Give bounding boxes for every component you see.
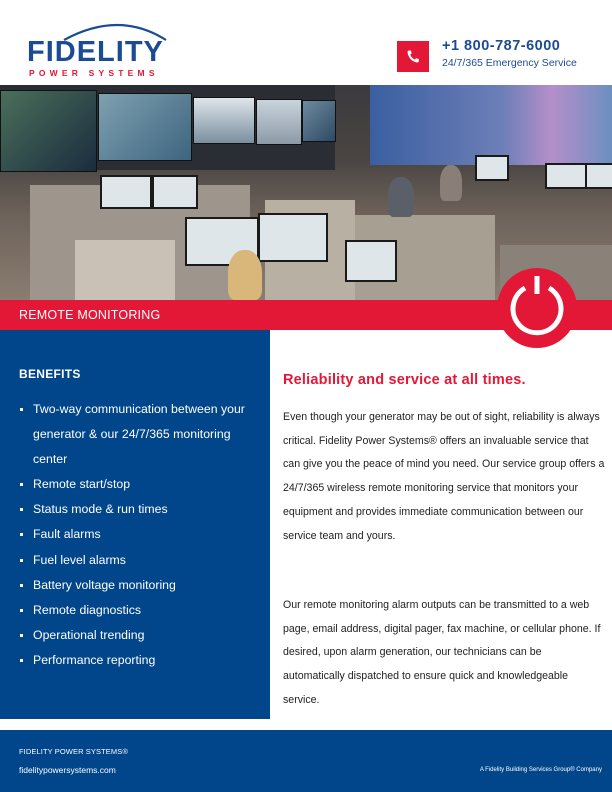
bullet-icon (20, 533, 23, 537)
company-logo[interactable]: FIDELITY POWER SYSTEMS (24, 18, 174, 78)
bullet-icon (20, 658, 23, 662)
logo-wordmark: FIDELITY (27, 36, 164, 68)
benefit-item: Operational trending (19, 623, 259, 648)
phone-number[interactable]: +1 800-787-6000 (442, 38, 560, 54)
phone-icon (407, 50, 419, 63)
header: FIDELITY POWER SYSTEMS +1 800-787-6000 2… (0, 0, 612, 85)
power-badge (497, 268, 577, 348)
power-icon (510, 276, 564, 336)
section-title: REMOTE MONITORING (19, 308, 161, 322)
intro-paragraph: Even though your generator may be out of… (283, 411, 605, 542)
footer-parent-company: A Fidelity Building Services Group® Comp… (479, 767, 602, 773)
footer-website-link[interactable]: fidelitypowersystems.com (19, 765, 116, 775)
bullet-icon (20, 508, 23, 512)
bullet-icon (20, 583, 23, 587)
benefit-item: Status mode & run times (19, 497, 259, 522)
benefit-item: Remote diagnostics (19, 598, 259, 623)
benefit-item: Remote start/stop (19, 472, 259, 497)
logo-tagline: POWER SYSTEMS (29, 68, 159, 78)
benefits-panel: BENEFITS Two-way communication between y… (0, 330, 270, 719)
benefits-list: Two-way communication between your gener… (19, 397, 259, 673)
video-wall (0, 85, 336, 172)
benefit-item: Two-way communication between your gener… (19, 397, 259, 472)
benefit-item: Battery voltage monitoring (19, 573, 259, 598)
bullet-icon (20, 558, 23, 562)
footer: FIDELITY POWER SYSTEMS® fidelitypowersys… (0, 730, 612, 792)
benefits-title: BENEFITS (19, 367, 81, 381)
phone-badge[interactable] (397, 41, 429, 72)
bullet-icon (20, 408, 23, 411)
benefit-item: Fault alarms (19, 522, 259, 547)
bullet-icon (20, 608, 23, 612)
emergency-service-label: 24/7/365 Emergency Service (442, 57, 577, 69)
main-headline: Reliability and service at all times. (283, 372, 526, 388)
benefit-item: Fuel level alarms (19, 548, 259, 573)
bullet-icon (20, 483, 23, 487)
glass-office (370, 85, 612, 165)
benefit-item: Performance reporting (19, 648, 259, 673)
footer-company-name: FIDELITY POWER SYSTEMS® (19, 747, 128, 756)
bullet-icon (20, 633, 23, 637)
alarm-outputs-paragraph: Our remote monitoring alarm outputs can … (283, 599, 601, 706)
